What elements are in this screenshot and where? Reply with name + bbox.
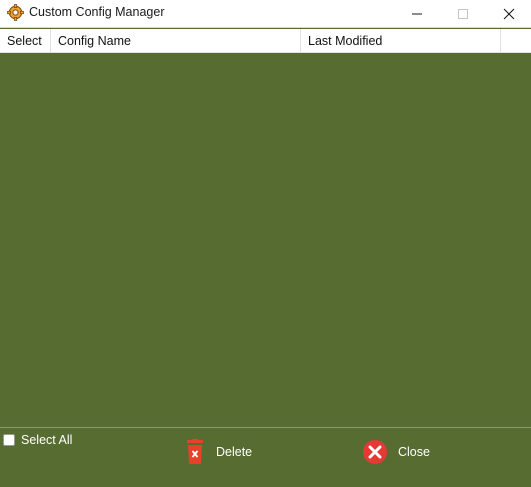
close-icon (503, 8, 515, 20)
delete-button-label: Delete (216, 445, 253, 459)
config-grid-header: Select Config Name Last Modified (0, 29, 531, 53)
select-all-checkbox[interactable] (3, 434, 15, 446)
column-header-last-modified[interactable]: Last Modified (301, 29, 501, 53)
close-button[interactable]: Close (362, 437, 430, 467)
column-header-config-name[interactable]: Config Name (51, 29, 301, 53)
window-title: Custom Config Manager (29, 5, 165, 19)
delete-button[interactable]: Delete (184, 437, 252, 467)
config-manager-window: Custom Config Manager Select Config Name… (0, 0, 531, 487)
column-header-select[interactable]: Select (0, 29, 51, 53)
maximize-icon (458, 9, 468, 19)
minimize-icon (412, 13, 422, 15)
maximize-button (440, 0, 486, 28)
select-all-toggle[interactable]: Select All (3, 433, 72, 447)
select-all-label: Select All (21, 433, 73, 447)
footer-divider (0, 427, 531, 428)
gear-app-icon (7, 4, 24, 21)
close-window-button[interactable] (486, 0, 531, 28)
close-button-label: Close (398, 445, 430, 459)
column-header-filler (501, 29, 531, 53)
trash-icon (187, 439, 203, 464)
title-bar[interactable]: Custom Config Manager (0, 0, 531, 28)
minimize-button[interactable] (394, 0, 440, 28)
config-grid-body[interactable] (0, 53, 531, 427)
close-circle-icon (363, 440, 387, 464)
